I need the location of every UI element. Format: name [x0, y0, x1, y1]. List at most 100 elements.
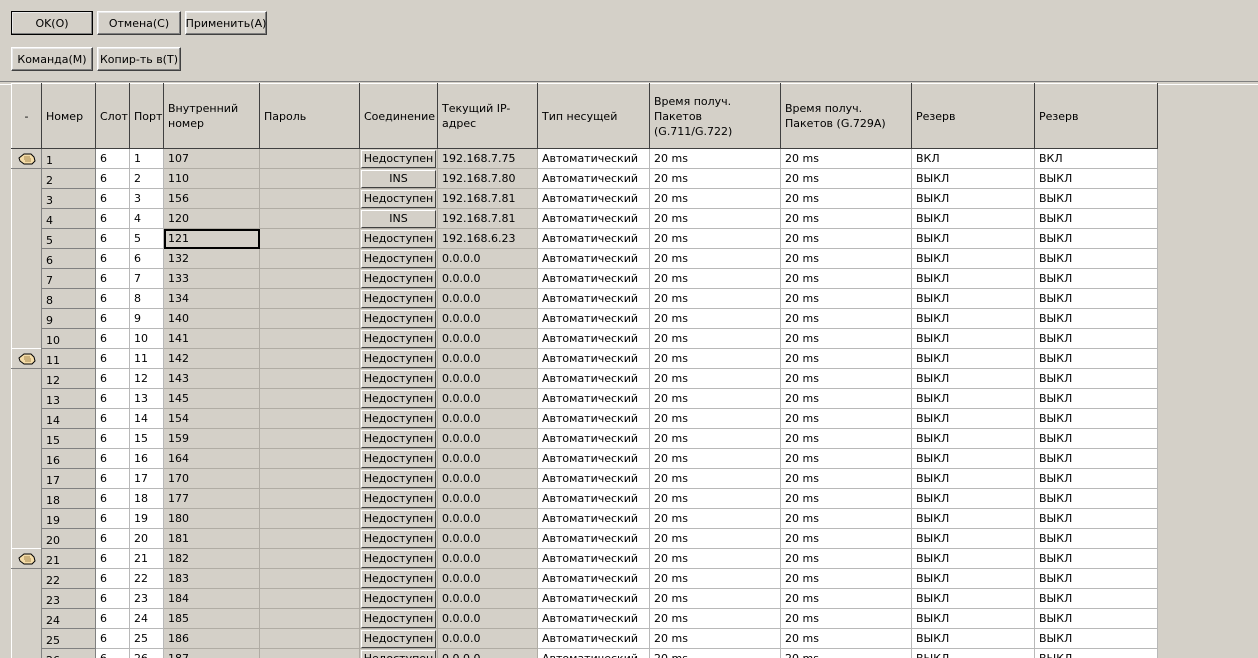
row-selector[interactable]	[11, 328, 42, 349]
cell-port[interactable]: 12	[129, 368, 164, 389]
cell-reserve-1[interactable]: ВЫКЛ	[911, 628, 1035, 649]
cell-reserve-2[interactable]: ВЫКЛ	[1034, 288, 1158, 309]
cell-port[interactable]: 24	[129, 608, 164, 629]
row-selector[interactable]	[11, 548, 42, 569]
cell-recv-729[interactable]: 20 ms	[780, 408, 912, 429]
table-row[interactable]: 3 6 3 156 Недоступен 192.168.7.81 Автоматическ…	[11, 188, 1158, 209]
connection-button[interactable]: Недоступен	[361, 309, 436, 328]
table-row[interactable]: 1 6 1 107 Недоступен 192.168.7.75 Автоматическ…	[11, 148, 1158, 169]
cell-recv-729[interactable]: 20 ms	[780, 328, 912, 349]
cell-ip[interactable]: 0.0.0.0	[437, 288, 538, 309]
connection-button[interactable]: Недоступен	[361, 229, 436, 248]
connection-button[interactable]: Недоступен	[361, 529, 436, 548]
row-selector[interactable]	[11, 188, 42, 209]
cell-recv-729[interactable]: 20 ms	[780, 488, 912, 509]
cell-reserve-2[interactable]: ВЫКЛ	[1034, 508, 1158, 529]
connection-button[interactable]: Недоступен	[361, 369, 436, 388]
cell-recv-711[interactable]: 20 ms	[649, 288, 781, 309]
cell-password[interactable]	[259, 508, 360, 529]
cell-extension[interactable]: 156	[163, 188, 260, 209]
cell-reserve-2[interactable]: ВЫКЛ	[1034, 208, 1158, 229]
cell-password[interactable]	[259, 348, 360, 369]
cell-carrier[interactable]: Автоматический	[537, 468, 650, 489]
cell-reserve-1[interactable]: ВЫКЛ	[911, 468, 1035, 489]
connection-button[interactable]: Недоступен	[361, 489, 436, 508]
cell-reserve-2[interactable]: ВЫКЛ	[1034, 548, 1158, 569]
connection-button[interactable]: Недоступен	[361, 289, 436, 308]
cell-ip[interactable]: 0.0.0.0	[437, 408, 538, 429]
table-row[interactable]: 7 6 7 133 Недоступен 0.0.0.0 Автоматический 20 …	[11, 268, 1158, 289]
cell-password[interactable]	[259, 448, 360, 469]
cell-carrier[interactable]: Автоматический	[537, 588, 650, 609]
cell-slot[interactable]: 6	[95, 648, 130, 658]
cell-carrier[interactable]: Автоматический	[537, 168, 650, 189]
cell-extension[interactable]: 154	[163, 408, 260, 429]
cell-slot[interactable]: 6	[95, 588, 130, 609]
cell-password[interactable]	[259, 628, 360, 649]
cell-password[interactable]	[259, 168, 360, 189]
cell-extension[interactable]: 110	[163, 168, 260, 189]
cell-slot[interactable]: 6	[95, 308, 130, 329]
cell-extension[interactable]: 142	[163, 348, 260, 369]
cell-password[interactable]	[259, 208, 360, 229]
cell-ip[interactable]: 0.0.0.0	[437, 548, 538, 569]
cell-reserve-2[interactable]: ВЫКЛ	[1034, 528, 1158, 549]
cell-recv-729[interactable]: 20 ms	[780, 368, 912, 389]
cell-reserve-1[interactable]: ВЫКЛ	[911, 368, 1035, 389]
cell-ip[interactable]: 0.0.0.0	[437, 588, 538, 609]
table-row[interactable]: 2 6 2 110 INS 192.168.7.80 Автоматический 20 ms…	[11, 168, 1158, 189]
cell-reserve-2[interactable]: ВЫКЛ	[1034, 268, 1158, 289]
cell-recv-729[interactable]: 20 ms	[780, 288, 912, 309]
connection-button[interactable]: Недоступен	[361, 269, 436, 288]
connection-button[interactable]: Недоступен	[361, 629, 436, 648]
cell-port[interactable]: 25	[129, 628, 164, 649]
cell-slot[interactable]: 6	[95, 348, 130, 369]
cell-recv-729[interactable]: 20 ms	[780, 548, 912, 569]
cell-ip[interactable]: 0.0.0.0	[437, 648, 538, 658]
header-number[interactable]: Номер	[41, 83, 96, 149]
connection-button[interactable]: Недоступен	[361, 649, 436, 658]
row-selector[interactable]	[11, 308, 42, 329]
cell-extension[interactable]: 185	[163, 608, 260, 629]
row-selector[interactable]	[11, 168, 42, 189]
extension-grid[interactable]: - Номер Слот Порт Внутренний номер Парол…	[11, 83, 1159, 658]
row-selector[interactable]	[11, 248, 42, 269]
cell-reserve-1[interactable]: ВЫКЛ	[911, 568, 1035, 589]
row-selector[interactable]	[11, 408, 42, 429]
cell-recv-711[interactable]: 20 ms	[649, 348, 781, 369]
cell-extension[interactable]: 183	[163, 568, 260, 589]
cell-reserve-1[interactable]: ВЫКЛ	[911, 208, 1035, 229]
cell-port[interactable]: 17	[129, 468, 164, 489]
cell-ip[interactable]: 0.0.0.0	[437, 308, 538, 329]
header-recv-729[interactable]: Время получ. Пакетов (G.729A)	[780, 83, 912, 149]
cell-reserve-1[interactable]: ВЫКЛ	[911, 528, 1035, 549]
cell-carrier[interactable]: Автоматический	[537, 188, 650, 209]
cell-ip[interactable]: 192.168.7.80	[437, 168, 538, 189]
cell-reserve-2[interactable]: ВЫКЛ	[1034, 468, 1158, 489]
row-selector[interactable]	[11, 348, 42, 369]
cell-carrier[interactable]: Автоматический	[537, 228, 650, 249]
cell-ip[interactable]: 0.0.0.0	[437, 328, 538, 349]
row-selector[interactable]	[11, 608, 42, 629]
cell-recv-729[interactable]: 20 ms	[780, 388, 912, 409]
connection-button[interactable]: Недоступен	[361, 189, 436, 208]
cell-reserve-1[interactable]: ВЫКЛ	[911, 548, 1035, 569]
cell-port[interactable]: 19	[129, 508, 164, 529]
cell-carrier[interactable]: Автоматический	[537, 328, 650, 349]
cell-recv-711[interactable]: 20 ms	[649, 468, 781, 489]
header-recv-711[interactable]: Время получ. Пакетов (G.711/G.722)	[649, 83, 781, 149]
cell-ip[interactable]: 0.0.0.0	[437, 628, 538, 649]
cell-slot[interactable]: 6	[95, 168, 130, 189]
table-row[interactable]: 4 6 4 120 INS 192.168.7.81 Автоматический 20 ms…	[11, 208, 1158, 229]
cell-password[interactable]	[259, 528, 360, 549]
cell-port[interactable]: 23	[129, 588, 164, 609]
cell-recv-711[interactable]: 20 ms	[649, 148, 781, 169]
connection-button[interactable]: Недоступен	[361, 149, 436, 168]
cell-ip[interactable]: 0.0.0.0	[437, 248, 538, 269]
cell-ip[interactable]: 0.0.0.0	[437, 448, 538, 469]
row-selector[interactable]	[11, 648, 42, 658]
cell-recv-729[interactable]: 20 ms	[780, 248, 912, 269]
cell-reserve-1[interactable]: ВЫКЛ	[911, 588, 1035, 609]
cell-recv-729[interactable]: 20 ms	[780, 648, 912, 658]
cell-port[interactable]: 5	[129, 228, 164, 249]
